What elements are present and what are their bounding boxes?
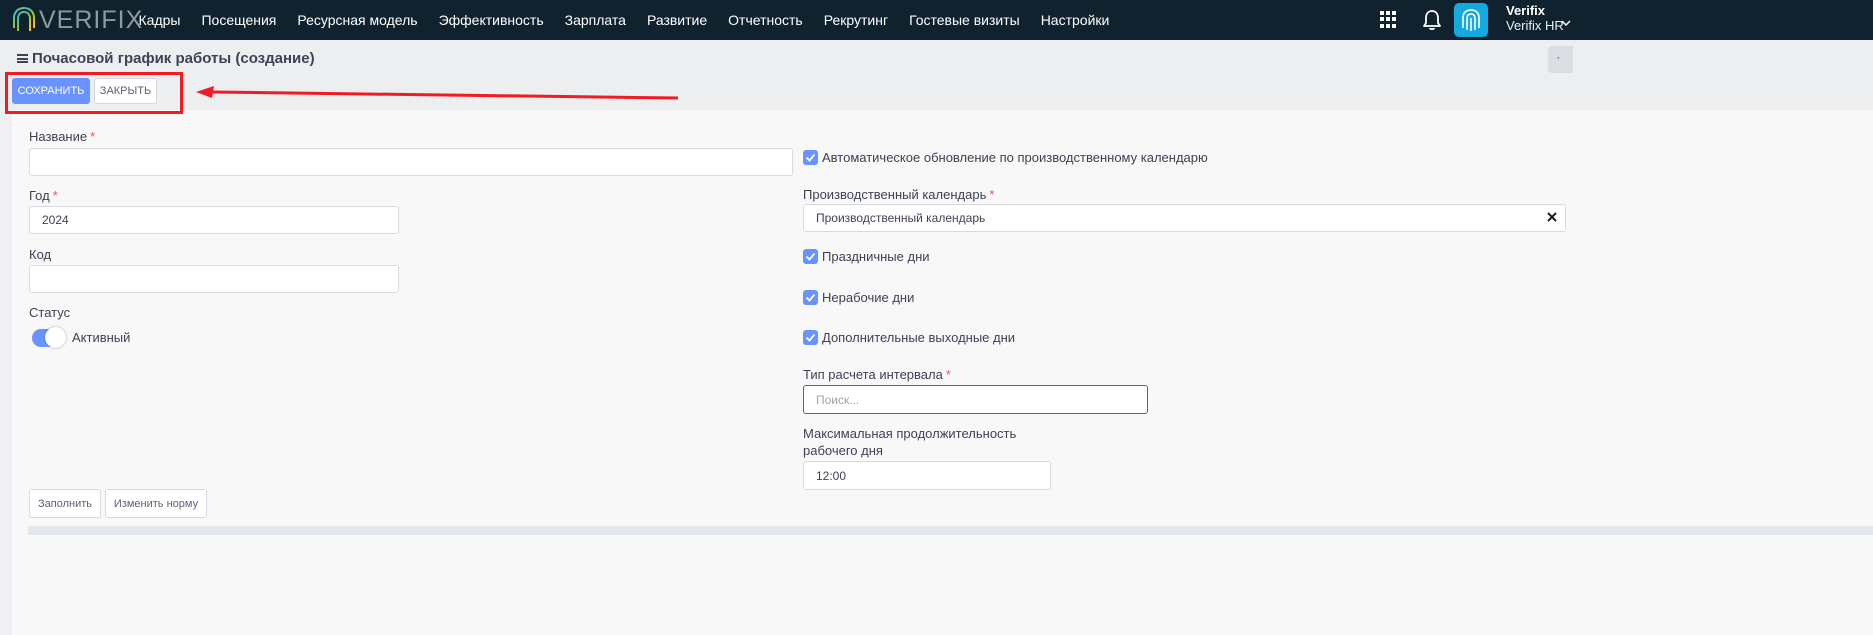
card-footer-divider — [28, 526, 1873, 535]
annotation-highlight-box — [5, 72, 183, 114]
required-marker: * — [989, 187, 995, 202]
max-duration-input[interactable]: 12:00 — [803, 461, 1051, 490]
apps-grid-icon[interactable] — [1380, 11, 1397, 28]
chevron-down-icon[interactable] — [1561, 18, 1571, 28]
required-marker: * — [90, 129, 96, 144]
status-toggle[interactable] — [32, 327, 66, 348]
auto-update-checkbox[interactable]: Автоматическое обновление по производств… — [803, 150, 1208, 165]
name-label: Название * — [29, 129, 96, 144]
non-working-days-label: Нерабочие дни — [822, 290, 915, 305]
production-calendar-label: Производственный календарь * — [803, 187, 995, 202]
annotation-arrow-icon — [196, 86, 679, 100]
fingerprint-logo-icon — [13, 7, 35, 33]
name-input[interactable] — [29, 148, 793, 176]
user-name: Verifix — [1506, 3, 1546, 18]
top-navbar: VERIFIX Кадры Посещения Ресурсная модель… — [0, 0, 1873, 40]
side-panel-icon: ▪ — [1557, 55, 1560, 62]
status-label: Статус — [29, 305, 71, 320]
max-duration-label-line1: Максимальная продолжительность — [803, 426, 1017, 441]
bell-icon[interactable] — [1422, 9, 1442, 31]
nav-item-salary[interactable]: Зарплата — [554, 0, 636, 40]
page-title-text: Почасовой график работы (создание) — [32, 50, 315, 67]
max-duration-label-line2: рабочего дня — [803, 443, 883, 458]
nav-item-settings[interactable]: Настройки — [1030, 0, 1120, 40]
status-value-label: Активный — [72, 330, 131, 345]
production-calendar-select[interactable]: Производственный календарь — [803, 204, 1566, 232]
extra-days-off-label: Дополнительные выходные дни — [822, 330, 1016, 345]
page-title: Почасовой график работы (создание) — [17, 50, 315, 67]
nav-item-development[interactable]: Развитие — [636, 0, 717, 40]
interval-type-label: Тип расчета интервала * — [803, 367, 951, 382]
year-label: Год * — [29, 188, 58, 203]
avatar[interactable] — [1454, 3, 1488, 37]
nav-item-attendance[interactable]: Посещения — [191, 0, 287, 40]
holidays-label: Праздничные дни — [822, 249, 930, 264]
fingerprint-icon — [1462, 9, 1480, 31]
required-marker: * — [945, 367, 951, 382]
nav-item-recruiting[interactable]: Рекрутинг — [813, 0, 898, 40]
user-menu[interactable]: Verifix Verifix HR — [1506, 3, 1564, 34]
extra-days-off-checkbox[interactable]: Дополнительные выходные дни — [803, 330, 1015, 345]
fill-button[interactable]: Заполнить — [29, 489, 101, 518]
required-marker: * — [52, 188, 58, 203]
holidays-checkbox[interactable]: Праздничные дни — [803, 249, 930, 264]
side-panel-toggle[interactable]: ▪ — [1548, 46, 1573, 73]
nav-item-resource-model[interactable]: Ресурсная модель — [287, 0, 428, 40]
toggle-knob — [45, 327, 66, 348]
clear-icon[interactable] — [1547, 212, 1557, 222]
checkbox-checked-icon — [803, 290, 818, 305]
code-label: Код — [29, 247, 52, 262]
interval-type-placeholder: Поиск... — [816, 392, 860, 407]
menu-icon[interactable] — [17, 54, 28, 63]
change-norm-button[interactable]: Изменить норму — [105, 489, 207, 518]
non-working-days-checkbox[interactable]: Нерабочие дни — [803, 290, 914, 305]
checkbox-checked-icon — [803, 330, 818, 345]
nav-item-efficiency[interactable]: Эффективность — [428, 0, 554, 40]
code-input[interactable] — [29, 265, 399, 293]
user-company: Verifix HR — [1506, 18, 1564, 33]
app-logo[interactable]: VERIFIX — [12, 5, 143, 35]
nav-item-kadry[interactable]: Кадры — [128, 0, 191, 40]
auto-update-label: Автоматическое обновление по производств… — [822, 150, 1208, 165]
checkbox-checked-icon — [803, 150, 818, 165]
nav-item-reports[interactable]: Отчетность — [718, 0, 814, 40]
main-nav: Кадры Посещения Ресурсная модель Эффекти… — [128, 0, 1120, 40]
checkbox-checked-icon — [803, 249, 818, 264]
year-input[interactable]: 2024 — [29, 206, 399, 234]
interval-type-search-input[interactable]: Поиск... — [803, 385, 1148, 414]
nav-item-guest-visits[interactable]: Гостевые визиты — [899, 0, 1031, 40]
